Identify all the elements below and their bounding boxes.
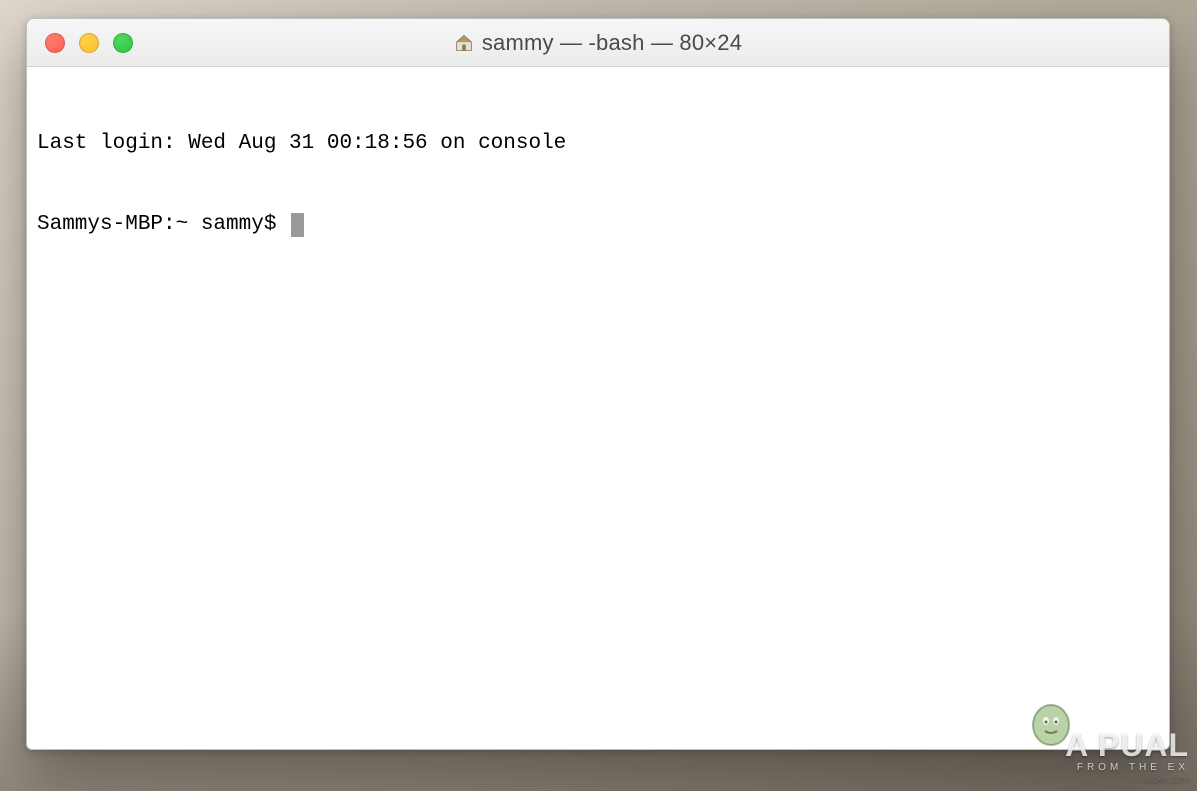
terminal-content[interactable]: Last login: Wed Aug 31 00:18:56 on conso… — [27, 67, 1169, 749]
watermark: A PUAL FROM THE EX wsxn.com — [1065, 727, 1189, 785]
maximize-button[interactable] — [113, 33, 133, 53]
terminal-cursor — [291, 213, 304, 237]
close-button[interactable] — [45, 33, 65, 53]
traffic-lights — [27, 33, 133, 53]
watermark-brand: A PUAL — [1065, 727, 1189, 764]
terminal-output-line: Last login: Wed Aug 31 00:18:56 on conso… — [37, 130, 1159, 157]
home-folder-icon — [454, 33, 474, 53]
terminal-prompt-line: Sammys-MBP:~ sammy$ — [37, 211, 1159, 238]
terminal-window: sammy — -bash — 80×24 Last login: Wed Au… — [26, 18, 1170, 750]
watermark-logo-icon — [1023, 699, 1079, 755]
watermark-url: wsxn.com — [1065, 774, 1189, 785]
window-title-text: sammy — -bash — 80×24 — [482, 30, 742, 56]
window-titlebar[interactable]: sammy — -bash — 80×24 — [27, 19, 1169, 67]
watermark-tagline: FROM THE EX — [1065, 762, 1189, 773]
minimize-button[interactable] — [79, 33, 99, 53]
window-title: sammy — -bash — 80×24 — [27, 30, 1169, 56]
terminal-prompt: Sammys-MBP:~ sammy$ — [37, 211, 289, 238]
